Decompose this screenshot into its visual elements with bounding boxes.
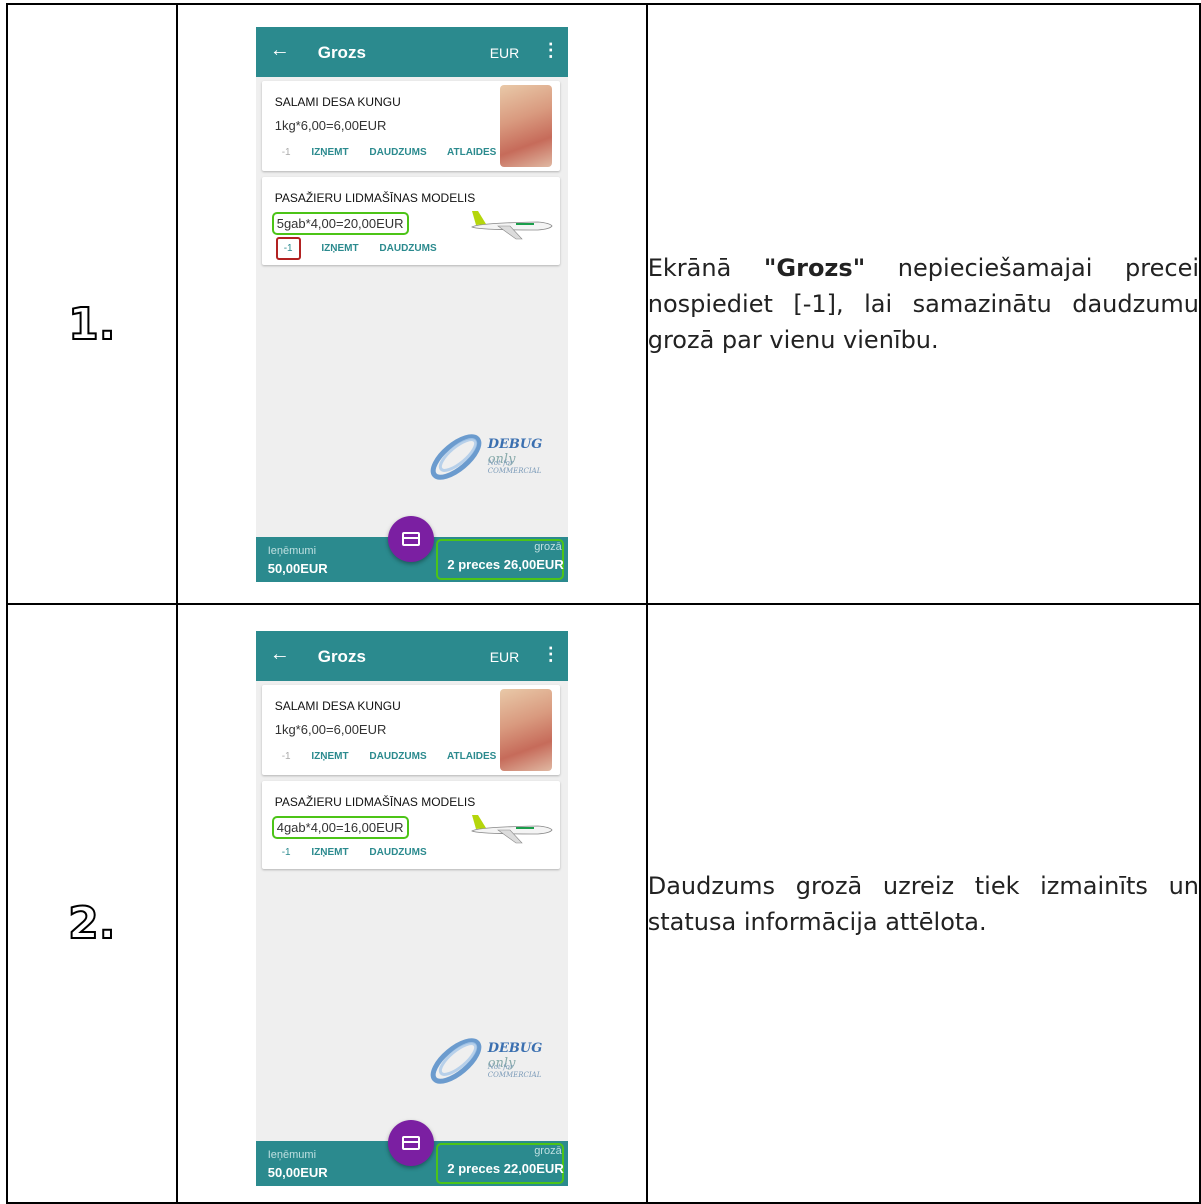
cart-item-card: SALAMI DESA KUNGU 1kg*6,00=6,00EUR -1 IZ… — [261, 80, 560, 171]
item-actions: -1 IZŅEMT DAUDZUMS ATLAIDES — [282, 147, 515, 158]
app-bar: ← Grozs EUR ⋮ — [255, 631, 568, 681]
revenue-label: Ieņēmumi — [267, 1149, 317, 1161]
step-description: Daudzums grozā uzreiz tiek izmainīts un … — [647, 871, 1199, 936]
debug-watermark: DEBUG only Not for COMMERCIAL — [426, 1031, 566, 1091]
quantity-button[interactable]: DAUDZUMS — [369, 147, 426, 158]
debug-watermark: DEBUG only Not for COMMERCIAL — [426, 427, 566, 487]
remove-button[interactable]: IZŅEMT — [311, 847, 348, 858]
minus-one-button[interactable]: -1 — [282, 751, 291, 762]
revenue-value: 50,00EUR — [267, 560, 328, 576]
currency-button[interactable]: EUR — [490, 649, 520, 665]
arrow-left-icon[interactable]: ← — [270, 643, 290, 666]
quantity-button[interactable]: DAUDZUMS — [379, 243, 436, 254]
arrow-left-icon[interactable]: ← — [270, 39, 290, 62]
phone-screen: ← Grozs EUR ⋮ SALAMI DESA KUNGU 1kg*6,00… — [255, 26, 568, 582]
step-number: 2. — [67, 897, 116, 950]
more-vert-icon[interactable]: ⋮ — [542, 40, 560, 61]
watermark-logo — [430, 1038, 482, 1084]
item-name: PASAŽIERU LIDMAŠĪNAS MODELIS — [274, 190, 476, 205]
item-name: SALAMI DESA KUNGU — [274, 699, 401, 713]
remove-button[interactable]: IZŅEMT — [311, 147, 348, 158]
cart-label: grozā — [534, 1145, 562, 1157]
description-cell: Ekrānā "Grozs" nepieciešamajai precei no… — [645, 3, 1201, 605]
item-name: SALAMI DESA KUNGU — [274, 94, 401, 109]
revenue-value: 50,00EUR — [267, 1165, 328, 1180]
step-row-1: 1. ← Grozs EUR ⋮ SALAMI DESA KUNGU 1kg*6… — [6, 3, 1201, 605]
app-bar: ← Grozs EUR ⋮ — [255, 26, 568, 77]
item-price-line: 1kg*6,00=6,00EUR — [274, 722, 387, 737]
minus-one-button[interactable]: -1 — [275, 236, 301, 260]
watermark-logo — [430, 433, 482, 480]
item-name: PASAŽIERU LIDMAŠĪNAS MODELIS — [274, 795, 476, 809]
item-price-line: 4gab*4,00=16,00EUR — [271, 816, 409, 839]
step-number: 1. — [67, 298, 116, 351]
quantity-button[interactable]: DAUDZUMS — [369, 751, 426, 762]
cart-item-card: PASAŽIERU LIDMAŠĪNAS MODELIS 4gab*4,00=1… — [261, 781, 560, 869]
step-row-2: 2. ← Grozs EUR ⋮ SALAMI DESA KUNGU 1kg*6… — [6, 603, 1201, 1204]
discounts-button[interactable]: ATLAIDES — [447, 751, 496, 762]
quantity-button[interactable]: DAUDZUMS — [369, 847, 426, 858]
item-price-line: 5gab*4,00=20,00EUR — [271, 211, 409, 235]
payment-fab[interactable] — [387, 515, 434, 562]
credit-card-icon — [401, 531, 420, 546]
product-image-airplane — [470, 815, 553, 844]
instruction-table: 1. ← Grozs EUR ⋮ SALAMI DESA KUNGU 1kg*6… — [6, 3, 1201, 1204]
cart-item-card: SALAMI DESA KUNGU 1kg*6,00=6,00EUR -1 IZ… — [261, 685, 560, 775]
credit-card-icon — [401, 1136, 420, 1150]
screen-title: Grozs — [317, 647, 366, 666]
step-description: Ekrānā "Grozs" nepieciešamajai precei no… — [647, 254, 1200, 354]
item-actions: -1 IZŅEMT DAUDZUMS — [282, 847, 445, 858]
cart-summary-value: 2 preces 26,00EUR — [447, 556, 564, 572]
description-cell: Daudzums grozā uzreiz tiek izmainīts un … — [645, 603, 1201, 1204]
remove-button[interactable]: IZŅEMT — [321, 243, 358, 254]
more-vert-icon[interactable]: ⋮ — [542, 644, 560, 665]
item-price-line: 1kg*6,00=6,00EUR — [274, 117, 387, 133]
currency-button[interactable]: EUR — [490, 45, 520, 61]
watermark-subtext: Not for COMMERCIAL — [487, 1063, 542, 1079]
step-number-cell: 2. — [6, 603, 178, 1204]
discounts-button[interactable]: ATLAIDES — [447, 147, 496, 158]
screenshot-cell: ← Grozs EUR ⋮ SALAMI DESA KUNGU 1kg*6,00… — [175, 3, 648, 605]
item-actions: -1 IZŅEMT DAUDZUMS — [275, 236, 455, 260]
product-image-airplane — [470, 210, 553, 239]
payment-fab[interactable] — [387, 1120, 434, 1166]
screenshot-cell: ← Grozs EUR ⋮ SALAMI DESA KUNGU 1kg*6,00… — [175, 603, 648, 1204]
watermark-subtext: Not for COMMERCIAL — [487, 458, 542, 475]
remove-button[interactable]: IZŅEMT — [311, 751, 348, 762]
screen-title: Grozs — [317, 42, 366, 62]
step-number-cell: 1. — [6, 3, 178, 605]
revenue-label: Ieņēmumi — [267, 544, 317, 557]
minus-one-button[interactable]: -1 — [282, 147, 291, 158]
phone-screen: ← Grozs EUR ⋮ SALAMI DESA KUNGU 1kg*6,00… — [255, 631, 568, 1186]
cart-summary-value: 2 preces 22,00EUR — [447, 1161, 564, 1176]
item-actions: -1 IZŅEMT DAUDZUMS ATLAIDES — [282, 751, 515, 762]
minus-one-button[interactable]: -1 — [282, 847, 291, 858]
cart-label: grozā — [534, 540, 562, 553]
cart-item-card: PASAŽIERU LIDMAŠĪNAS MODELIS 5gab*4,00=2… — [261, 176, 560, 265]
